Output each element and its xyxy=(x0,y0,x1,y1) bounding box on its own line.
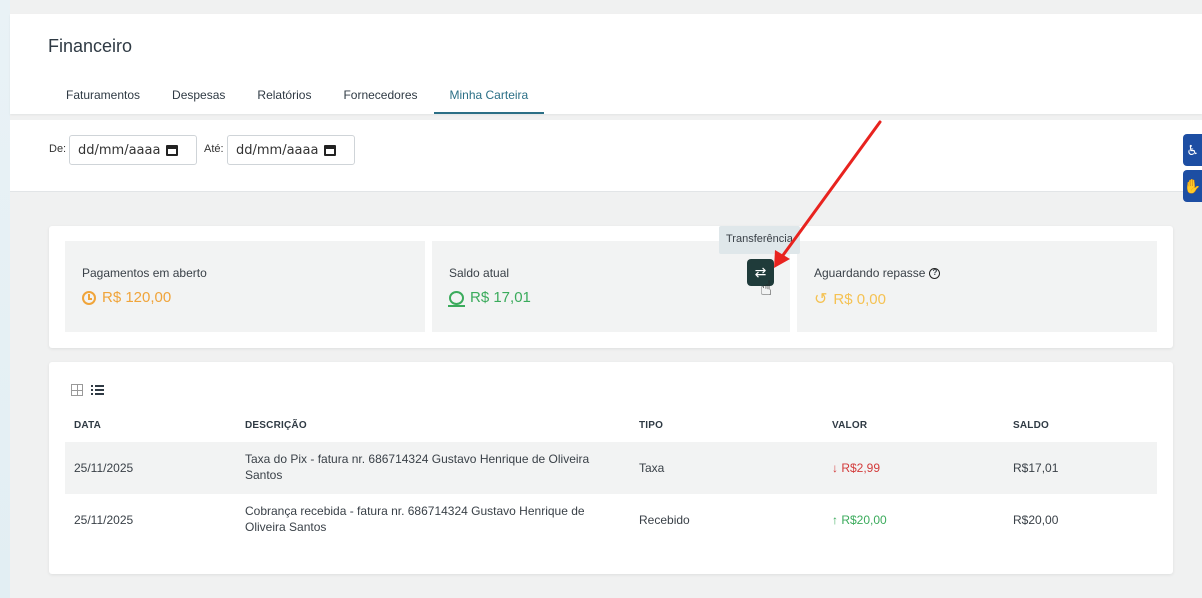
help-icon[interactable]: ? xyxy=(929,268,941,280)
history-icon: ↺ xyxy=(814,291,828,308)
row-date: 25/11/2025 xyxy=(74,461,134,475)
col-header-balance[interactable]: SALDO xyxy=(1013,420,1049,431)
tab-fornecedores[interactable]: Fornecedores xyxy=(327,88,433,114)
row-value: ↓ R$2,99 xyxy=(832,461,881,475)
card-awaiting-transfer: Aguardando repasse? ↺ R$ 0,00 xyxy=(797,241,1157,332)
card-current-balance-value: R$ 17,01 xyxy=(448,289,531,307)
awaiting-transfer-label-text: Aguardando repasse xyxy=(814,266,926,280)
card-awaiting-transfer-label: Aguardando repasse? xyxy=(814,266,941,280)
tab-minha-carteira[interactable]: Minha Carteira xyxy=(433,88,545,114)
tab-faturamentos[interactable]: Faturamentos xyxy=(50,88,156,114)
col-header-description[interactable]: DESCRIÇÃO xyxy=(245,420,307,431)
tab-relatorios[interactable]: Relatórios xyxy=(241,88,327,114)
row-date: 25/11/2025 xyxy=(74,513,134,527)
to-date-input[interactable]: dd/mm/aaaa xyxy=(227,135,355,165)
view-toggle xyxy=(71,384,104,396)
list-view-icon[interactable] xyxy=(91,384,104,396)
current-balance-amount: R$ 17,01 xyxy=(470,289,531,306)
card-awaiting-transfer-value: ↺ R$ 0,00 xyxy=(814,289,886,309)
clock-icon xyxy=(82,290,96,305)
summary-cards-panel: Pagamentos em aberto R$ 120,00 Saldo atu… xyxy=(49,226,1173,348)
from-date-input[interactable]: dd/mm/aaaa xyxy=(69,135,197,165)
tab-despesas[interactable]: Despesas xyxy=(156,88,241,114)
row-type: Taxa xyxy=(639,461,665,475)
row-description: Cobrança recebida - fatura nr. 686714324… xyxy=(245,504,585,534)
col-header-date[interactable]: DATA xyxy=(74,420,101,431)
card-open-payments: Pagamentos em aberto R$ 120,00 xyxy=(65,241,425,332)
col-header-type[interactable]: TIPO xyxy=(639,420,663,431)
row-description: Taxa do Pix - fatura nr. 686714324 Gusta… xyxy=(245,452,590,482)
header-panel: Financeiro Faturamentos Despesas Relatór… xyxy=(10,14,1202,114)
side-strip xyxy=(0,0,10,598)
from-label: De: xyxy=(49,143,67,155)
row-value: ↑ R$20,00 xyxy=(832,513,887,527)
table-row: 25/11/2025 Cobrança recebida - fatura nr… xyxy=(65,494,1157,546)
calendar-icon[interactable] xyxy=(324,144,337,156)
from-date-placeholder: dd/mm/aaaa xyxy=(78,142,161,158)
transactions-panel: DATA DESCRIÇÃO TIPO VALOR SALDO 25/11/20… xyxy=(49,362,1173,574)
calendar-icon[interactable] xyxy=(166,144,179,156)
row-balance: R$20,00 xyxy=(1013,513,1059,527)
hand-cursor-icon: ☝ xyxy=(760,278,773,300)
card-open-payments-value: R$ 120,00 xyxy=(82,289,171,306)
grid-view-icon[interactable] xyxy=(71,384,83,396)
col-header-value[interactable]: VALOR xyxy=(832,420,867,431)
row-balance: R$17,01 xyxy=(1013,461,1059,475)
open-payments-amount: R$ 120,00 xyxy=(102,289,172,306)
tab-bar: Faturamentos Despesas Relatórios Fornece… xyxy=(50,88,544,114)
page-title: Financeiro xyxy=(48,36,133,56)
date-filter-panel: De: dd/mm/aaaa Até: dd/mm/aaaa xyxy=(10,120,1202,192)
transfer-tooltip: Transferência xyxy=(719,226,800,254)
card-current-balance-label: Saldo atual xyxy=(449,266,510,280)
row-type: Recebido xyxy=(639,513,690,527)
to-date-placeholder: dd/mm/aaaa xyxy=(236,142,319,158)
sign-language-icon[interactable]: ✋ xyxy=(1183,170,1202,202)
card-open-payments-label: Pagamentos em aberto xyxy=(82,266,207,280)
card-current-balance: Saldo atual R$ 17,01 xyxy=(432,241,790,332)
accessibility-icon[interactable]: ♿ xyxy=(1183,134,1202,166)
awaiting-transfer-amount: R$ 0,00 xyxy=(833,290,886,308)
to-label: Até: xyxy=(204,143,224,155)
money-icon xyxy=(448,290,465,307)
table-row: 25/11/2025 Taxa do Pix - fatura nr. 6867… xyxy=(65,442,1157,494)
